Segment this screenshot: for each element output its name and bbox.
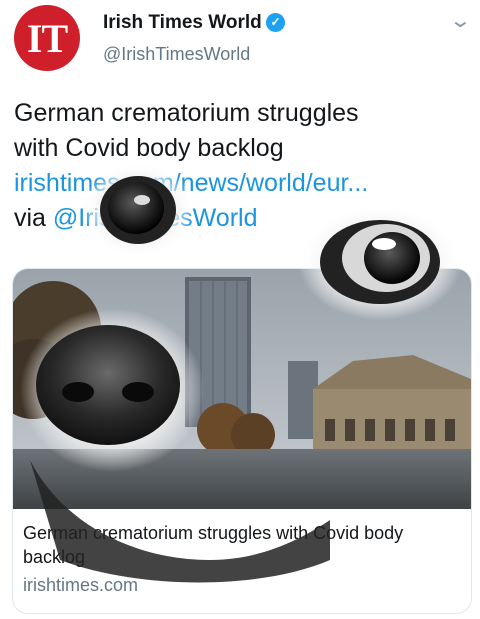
tweet-text-line-1: German crematorium struggles bbox=[14, 99, 359, 127]
avatar-logo-text: IT bbox=[26, 15, 68, 61]
card-title[interactable]: German crematorium struggles with Covid … bbox=[23, 521, 461, 569]
tweet-header: IT Irish Times World ✓ @IrishTimesWorld … bbox=[0, 0, 480, 80]
card-domain[interactable]: irishtimes.com bbox=[23, 575, 138, 596]
tweet-text: German crematorium struggles with Covid … bbox=[14, 96, 469, 236]
link-preview-card[interactable]: German crematorium struggles with Covid … bbox=[12, 268, 472, 614]
tweet-text-line-2: with Covid body backlog bbox=[14, 134, 284, 162]
via-handle-link[interactable]: @IrishTimesWorld bbox=[53, 204, 258, 232]
account-handle[interactable]: @IrishTimesWorld bbox=[103, 44, 250, 65]
chevron-down-icon[interactable]: ⌄ bbox=[449, 8, 472, 33]
tweet-link[interactable]: irishtimes.com/news/world/eur... bbox=[14, 169, 368, 197]
display-name[interactable]: Irish Times World bbox=[103, 12, 262, 34]
avatar[interactable]: IT bbox=[14, 5, 80, 71]
via-label: via bbox=[14, 204, 53, 232]
card-image bbox=[13, 269, 471, 509]
verified-check-icon: ✓ bbox=[266, 13, 285, 32]
